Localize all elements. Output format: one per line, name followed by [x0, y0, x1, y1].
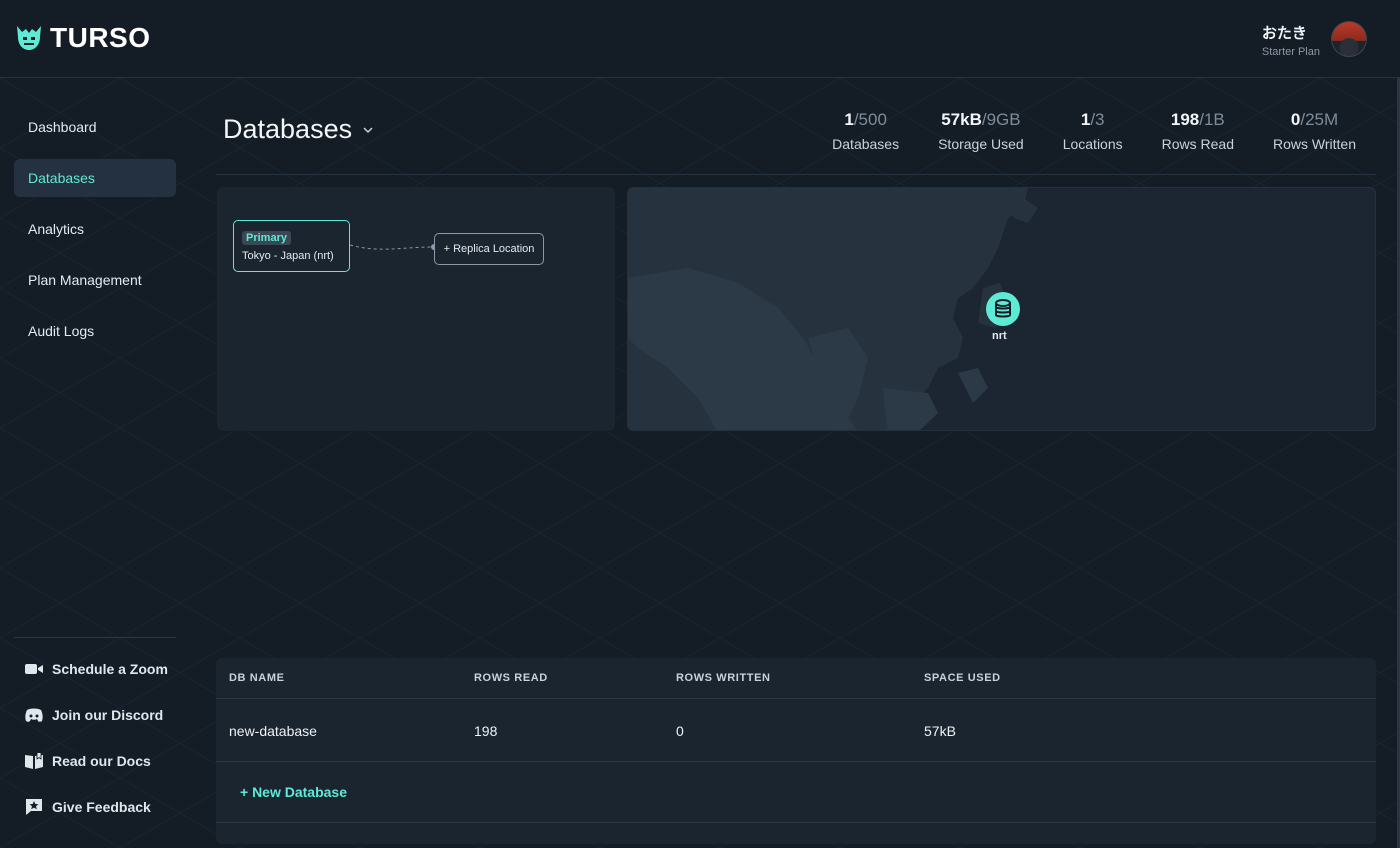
sidebar-bottom-links: Schedule a Zoom Join our Discord Read ou… [24, 656, 168, 840]
turso-logo-icon [17, 26, 41, 50]
discord-icon [25, 708, 43, 722]
map-pin-label: nrt [992, 330, 1007, 342]
stat-limit: /3 [1090, 110, 1105, 129]
replica-connector [350, 244, 437, 250]
cell-rows-written: 0 [676, 723, 684, 739]
databases-table: DB NAME ROWS READ ROWS WRITTEN SPACE USE… [216, 658, 1376, 844]
stat-limit: /1B [1199, 110, 1225, 129]
video-camera-icon [25, 664, 43, 674]
table-row[interactable]: new-database 198 0 57kB [216, 699, 1376, 762]
stat-value: 0 [1290, 110, 1301, 129]
location-map[interactable]: nrt [627, 187, 1376, 431]
stat-storage-used: 57kB/9GB Storage Used [938, 110, 1024, 152]
page-title-dropdown[interactable]: Databases [223, 114, 374, 145]
stat-label: Databases [832, 136, 900, 152]
read-docs-label: Read our Docs [52, 753, 151, 769]
usage-stats: 1/500 Databases 57kB/9GB Storage Used 1/… [832, 110, 1356, 152]
chevron-down-icon [363, 126, 373, 133]
sidebar-divider [14, 637, 176, 638]
stat-rows-read: 198/1B Rows Read [1162, 110, 1234, 152]
cell-space-used: 57kB [924, 723, 956, 739]
read-docs-link[interactable]: Read our Docs [24, 748, 168, 774]
new-database-button[interactable]: + New Database [240, 784, 347, 800]
give-feedback-link[interactable]: Give Feedback [24, 794, 168, 820]
column-header-rows-written[interactable]: ROWS WRITTEN [676, 672, 771, 684]
schedule-zoom-label: Schedule a Zoom [52, 661, 168, 677]
join-discord-link[interactable]: Join our Discord [24, 702, 168, 728]
topology-panel: Primary Tokyo - Japan (nrt) + Replica Lo… [217, 187, 615, 431]
brand-name: TURSO [50, 22, 151, 53]
book-icon [25, 753, 43, 769]
sidebar-item-dashboard[interactable]: Dashboard [14, 108, 176, 146]
cell-db-name: new-database [229, 723, 317, 739]
sidebar-item-databases[interactable]: Databases [14, 159, 176, 197]
primary-location-label: Tokyo - Japan (nrt) [242, 250, 334, 262]
database-location-pin[interactable] [986, 292, 1020, 326]
stat-rows-written: 0/25M Rows Written [1273, 110, 1356, 152]
stat-value: 198 [1170, 110, 1200, 129]
stat-value: 57kB [941, 110, 982, 129]
column-header-rows-read[interactable]: ROWS READ [474, 672, 548, 684]
brand-logo[interactable]: TURSO [14, 22, 151, 54]
cell-rows-read: 198 [474, 723, 498, 739]
give-feedback-label: Give Feedback [52, 799, 151, 815]
stat-limit: /25M [1300, 110, 1339, 129]
column-header-space-used[interactable]: SPACE USED [924, 672, 1001, 684]
stat-limit: /500 [853, 110, 887, 129]
column-header-db-name[interactable]: DB NAME [229, 672, 285, 684]
user-info[interactable]: おたき Starter Plan [1262, 22, 1320, 58]
primary-location-node[interactable]: Primary Tokyo - Japan (nrt) [233, 220, 350, 272]
table-footer-divider [216, 822, 1376, 823]
stat-label: Rows Read [1161, 136, 1235, 152]
add-replica-location-button[interactable]: + Replica Location [434, 233, 544, 265]
stat-value: 1 [1080, 110, 1091, 129]
title-divider [216, 174, 1376, 175]
stat-label: Storage Used [938, 136, 1024, 152]
stat-databases: 1/500 Databases [832, 110, 899, 152]
stat-value: 1 [844, 110, 854, 129]
top-header: TURSO おたき Starter Plan [0, 0, 1400, 78]
sidebar-item-audit-logs[interactable]: Audit Logs [14, 312, 176, 350]
avatar[interactable] [1331, 21, 1367, 57]
stat-label: Rows Written [1273, 136, 1356, 152]
schedule-zoom-link[interactable]: Schedule a Zoom [24, 656, 168, 682]
database-icon [995, 299, 1011, 318]
page-title: Databases [223, 114, 353, 144]
stat-limit: /9GB [981, 110, 1021, 129]
user-name: おたき [1261, 25, 1307, 42]
primary-badge: Primary [242, 231, 291, 245]
join-discord-label: Join our Discord [52, 707, 164, 723]
feedback-star-icon [26, 799, 42, 815]
table-header: DB NAME ROWS READ ROWS WRITTEN SPACE USE… [216, 658, 1376, 699]
sidebar-nav: Dashboard Databases Analytics Plan Manag… [14, 108, 176, 363]
sidebar-item-plan-management[interactable]: Plan Management [14, 261, 176, 299]
stat-locations: 1/3 Locations [1063, 110, 1123, 152]
sidebar-item-analytics[interactable]: Analytics [14, 210, 176, 248]
stat-label: Locations [1062, 136, 1123, 152]
user-plan: Starter Plan [1261, 46, 1320, 58]
